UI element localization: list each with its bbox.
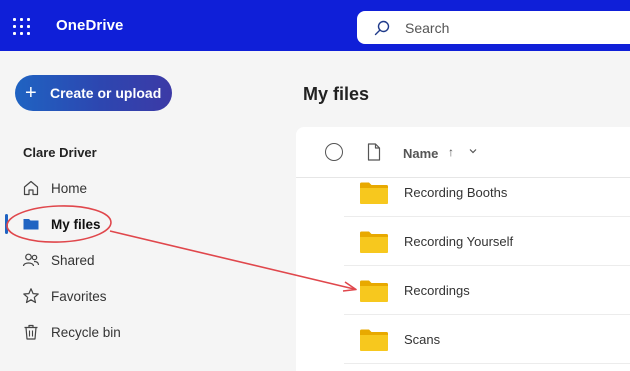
folder-icon xyxy=(360,280,388,302)
folder-icon xyxy=(360,182,388,204)
sidebar-item-label: Home xyxy=(51,181,88,196)
search-input[interactable]: Search xyxy=(405,20,449,36)
sidebar-item-label: Recycle bin xyxy=(51,325,121,340)
sidebar-item-shared[interactable]: Shared xyxy=(22,246,172,274)
list-item[interactable]: Recording Booths xyxy=(296,168,630,217)
create-or-upload-label: Create or upload xyxy=(50,85,162,101)
file-name[interactable]: Scans xyxy=(404,332,440,347)
people-icon xyxy=(22,253,40,267)
user-name: Clare Driver xyxy=(23,145,97,160)
plus-icon: + xyxy=(25,82,37,104)
active-indicator xyxy=(5,214,8,234)
app-launcher-icon[interactable] xyxy=(13,18,31,36)
folder-icon xyxy=(360,329,388,351)
sidebar-item-favorites[interactable]: Favorites xyxy=(22,282,172,310)
sidebar-item-label: Shared xyxy=(51,253,95,268)
sidebar-item-home[interactable]: Home xyxy=(22,174,172,202)
select-all-checkbox[interactable] xyxy=(325,143,343,161)
folder-icon xyxy=(23,219,39,230)
app-title[interactable]: OneDrive xyxy=(56,17,124,34)
chevron-down-icon[interactable] xyxy=(468,146,478,156)
file-name[interactable]: Recording Yourself xyxy=(404,234,513,249)
sort-indicator: ↑ xyxy=(448,145,454,159)
trash-icon xyxy=(24,324,38,340)
file-name[interactable]: Recording Booths xyxy=(404,185,507,200)
file-list: Name ↑ Recording Booths Recording Yourse… xyxy=(296,127,630,371)
star-icon xyxy=(23,288,39,304)
sidebar-item-my-files[interactable]: My files xyxy=(22,210,172,238)
page-title: My files xyxy=(303,84,370,104)
column-header-name[interactable]: Name xyxy=(403,146,438,161)
file-type-icon[interactable] xyxy=(367,143,381,161)
sidebar-item-label: Favorites xyxy=(51,289,107,304)
search-box[interactable]: Search xyxy=(357,11,630,44)
home-icon xyxy=(23,180,39,196)
create-or-upload-button[interactable]: + Create or upload xyxy=(15,75,172,111)
row-divider xyxy=(344,363,630,364)
list-item[interactable]: Scans xyxy=(296,315,630,364)
list-item[interactable]: Recordings xyxy=(296,266,630,315)
top-bar: OneDrive Search xyxy=(0,0,630,51)
file-name[interactable]: Recordings xyxy=(404,283,470,298)
sidebar-item-label: My files xyxy=(51,217,101,232)
sidebar-item-recycle-bin[interactable]: Recycle bin xyxy=(22,318,172,346)
search-icon xyxy=(374,20,390,36)
folder-icon xyxy=(360,231,388,253)
list-item[interactable]: Recording Yourself xyxy=(296,217,630,266)
